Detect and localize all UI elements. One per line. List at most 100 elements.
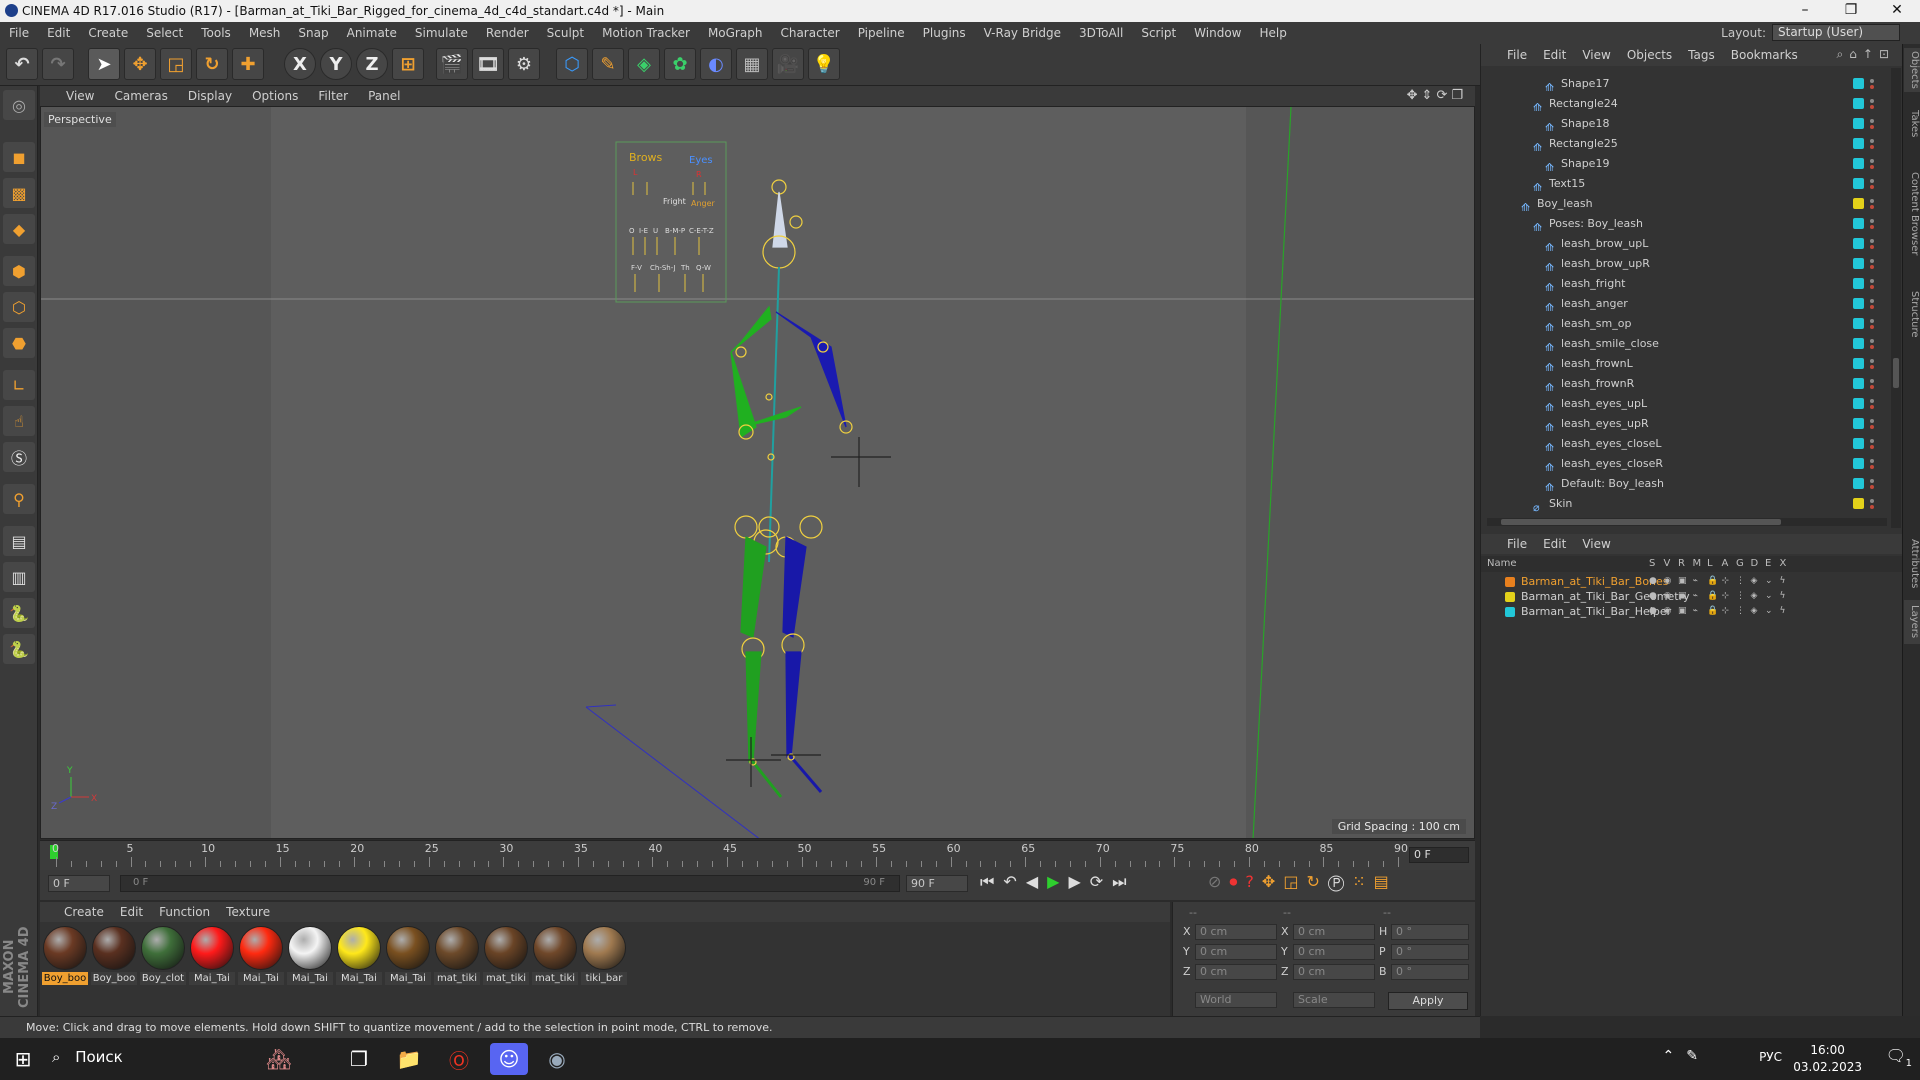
layer-toggle-icon[interactable]: ●: [1649, 574, 1657, 589]
menu-character[interactable]: Character: [771, 26, 848, 40]
rotation-field[interactable]: 0 °: [1391, 944, 1469, 960]
editor-visibility-dot[interactable]: [1870, 219, 1874, 223]
material-menu-edit[interactable]: Edit: [112, 905, 151, 919]
layer-color-tag[interactable]: [1853, 238, 1864, 249]
viewport-menu-filter[interactable]: Filter: [308, 89, 358, 103]
editor-visibility-dot[interactable]: [1870, 79, 1874, 83]
end-frame-field[interactable]: 90 F: [906, 875, 968, 892]
menu-edit[interactable]: Edit: [38, 26, 79, 40]
redo-icon[interactable]: ↷: [42, 48, 74, 80]
layer-toggle-icon[interactable]: ⋮: [1736, 574, 1745, 589]
key-pla-icon[interactable]: ⁙: [1352, 872, 1373, 891]
layer-color-tag[interactable]: [1853, 378, 1864, 389]
editor-visibility-dot[interactable]: [1870, 419, 1874, 423]
object-tree-row[interactable]: ⟰ leash_eyes_upL: [1481, 394, 1889, 414]
material-swatch[interactable]: Boy_boo: [42, 926, 88, 985]
layer-row[interactable]: Barman_at_Tiki_Bar_Geometry ● ◉ ▣ ⌁ 🔒 ⊹ ⋮ ◈ ⌄ ϟ: [1481, 589, 1903, 604]
menu-snap[interactable]: Snap: [289, 26, 337, 40]
object-tree-row[interactable]: ⟰ leash_eyes_upR: [1481, 414, 1889, 434]
rotate-tool-icon[interactable]: ↻: [196, 48, 228, 80]
layer-color-swatch[interactable]: [1505, 592, 1515, 602]
object-menu-file[interactable]: File: [1499, 48, 1535, 62]
layer-toggle-icon[interactable]: ϟ: [1780, 604, 1786, 619]
prev-key-icon[interactable]: ↶: [1003, 872, 1025, 891]
play-icon[interactable]: ▶: [1047, 872, 1068, 891]
viewport-menu-cameras[interactable]: Cameras: [104, 89, 177, 103]
layer-row[interactable]: Barman_at_Tiki_Bar_Bones ● ◉ ▣ ⌁ 🔒 ⊹ ⋮ ◈ ⌄ ϟ: [1481, 574, 1903, 589]
rotation-field[interactable]: 0 °: [1391, 924, 1469, 940]
menu-window[interactable]: Window: [1185, 26, 1250, 40]
menu-mograph[interactable]: MoGraph: [699, 26, 772, 40]
layer-toggle-icon[interactable]: ⌁: [1693, 589, 1698, 604]
layer-color-tag[interactable]: [1853, 418, 1864, 429]
layer-color-tag[interactable]: [1853, 78, 1864, 89]
layer-color-tag[interactable]: [1853, 338, 1864, 349]
layer-menu-view[interactable]: View: [1574, 537, 1618, 551]
layer-color-tag[interactable]: [1853, 458, 1864, 469]
language-indicator[interactable]: РУС: [1759, 1050, 1782, 1064]
menu-render[interactable]: Render: [477, 26, 538, 40]
deformer-icon[interactable]: ◐: [700, 48, 732, 80]
material-swatch[interactable]: tiki_bar: [581, 926, 627, 985]
task-view-icon[interactable]: ❐: [340, 1043, 378, 1075]
object-tree-row[interactable]: ⌀ Skin: [1481, 494, 1889, 514]
tab-structure[interactable]: Structure: [1904, 284, 1920, 344]
next-frame-icon[interactable]: ▶: [1068, 872, 1089, 891]
layer-color-tag[interactable]: [1853, 398, 1864, 409]
menu-vray-bridge[interactable]: V-Ray Bridge: [975, 26, 1070, 40]
layer-color-swatch[interactable]: [1505, 577, 1515, 587]
axis-mode-icon[interactable]: ∟: [3, 370, 35, 400]
render-visibility-dot[interactable]: [1870, 325, 1874, 329]
coord-mode-dropdown[interactable]: Scale: [1293, 992, 1375, 1008]
object-hscrollbar[interactable]: [1487, 518, 1887, 526]
select-arrow-icon[interactable]: ➤: [88, 48, 120, 80]
object-tree-row[interactable]: ⟰ Rectangle25: [1481, 134, 1889, 154]
object-menu-tags[interactable]: Tags: [1680, 48, 1723, 62]
editor-visibility-dot[interactable]: [1870, 259, 1874, 263]
editor-visibility-dot[interactable]: [1870, 319, 1874, 323]
material-swatch[interactable]: Boy_boo: [91, 926, 137, 985]
layer-toggle-icon[interactable]: ◈: [1751, 574, 1758, 589]
material-swatch[interactable]: Mai_Tai: [385, 926, 431, 985]
material-menu-function[interactable]: Function: [151, 905, 218, 919]
layer-menu-edit[interactable]: Edit: [1535, 537, 1574, 551]
object-search-icon[interactable]: ⌕⌂↑⊡: [1837, 47, 1895, 62]
object-tree-row[interactable]: ⟰ leash_brow_upR: [1481, 254, 1889, 274]
render-visibility-dot[interactable]: [1870, 445, 1874, 449]
object-tree-row[interactable]: ⟰ leash_fright: [1481, 274, 1889, 294]
key-scale-icon[interactable]: ◲: [1283, 872, 1306, 891]
object-scrollbar-thumb[interactable]: [1893, 358, 1899, 388]
record-active-icon[interactable]: ⏺: [1229, 872, 1245, 891]
material-swatch[interactable]: mat_tiki: [434, 926, 480, 985]
material-swatch[interactable]: Mai_Tai: [238, 926, 284, 985]
undo-icon[interactable]: ↶: [6, 48, 38, 80]
editor-visibility-dot[interactable]: [1870, 359, 1874, 363]
material-menu-texture[interactable]: Texture: [218, 905, 278, 919]
layer-toggle-icon[interactable]: ϟ: [1780, 574, 1786, 589]
layer-menu-file[interactable]: File: [1499, 537, 1535, 551]
texture-mode-icon[interactable]: ▩: [3, 178, 35, 208]
solo-mode-icon[interactable]: Ⓢ: [3, 442, 35, 472]
3d-viewport[interactable]: Brows Eyes L R Fright Anger O I-E U B-M-…: [40, 106, 1475, 839]
size-field[interactable]: 0 cm: [1293, 924, 1375, 940]
material-swatch[interactable]: Mai_Tai: [287, 926, 333, 985]
edges-mode-icon[interactable]: ⬡: [3, 292, 35, 322]
object-tree-row[interactable]: ⟰ leash_sm_op: [1481, 314, 1889, 334]
layer-color-tag[interactable]: [1853, 178, 1864, 189]
editor-visibility-dot[interactable]: [1870, 499, 1874, 503]
layer-toggle-icon[interactable]: ⊹: [1722, 574, 1730, 589]
position-field[interactable]: 0 cm: [1195, 924, 1277, 940]
cube-primitive-icon[interactable]: ⬡: [556, 48, 588, 80]
cinema4d-taskbar-icon[interactable]: ◉: [538, 1043, 576, 1075]
layer-row[interactable]: Barman_at_Tiki_Bar_Helper ● ◉ ▣ ⌁ 🔒 ⊹ ⋮ ◈ ⌄ ϟ: [1481, 604, 1903, 619]
render-picture-viewer-icon[interactable]: 🎞: [472, 48, 504, 80]
editor-visibility-dot[interactable]: [1870, 199, 1874, 203]
object-tree-row[interactable]: ⟰ Poses: Boy_leash: [1481, 214, 1889, 234]
menu-create[interactable]: Create: [79, 26, 137, 40]
menu-mesh[interactable]: Mesh: [240, 26, 290, 40]
object-tree-row[interactable]: ⟰ leash_frownL: [1481, 354, 1889, 374]
editor-visibility-dot[interactable]: [1870, 279, 1874, 283]
layer-toggle-icon[interactable]: ⌄: [1765, 574, 1773, 589]
go-to-end-icon[interactable]: ⏭: [1112, 872, 1135, 891]
layer-toggle-icon[interactable]: 🔒: [1707, 604, 1718, 619]
